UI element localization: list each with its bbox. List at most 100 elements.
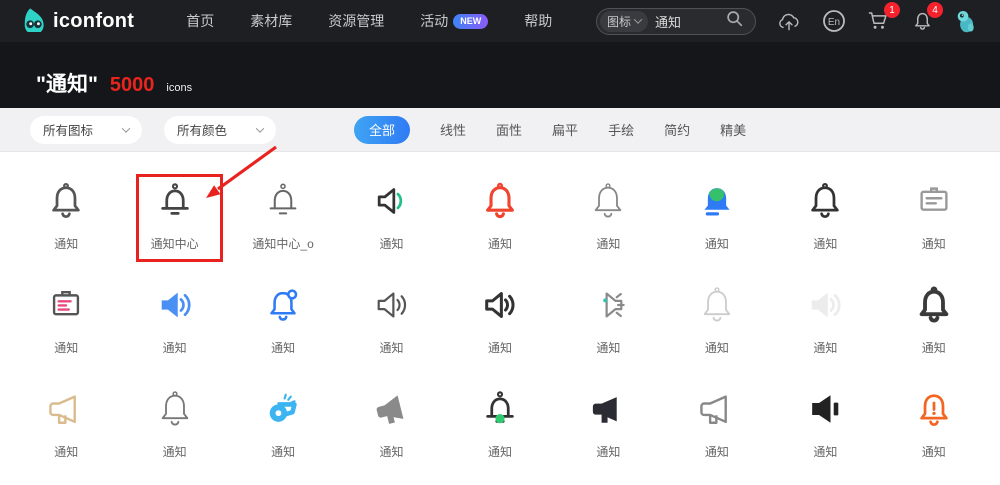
notification-badge: 4 — [927, 2, 943, 18]
grid-item-label: 通知 — [163, 443, 187, 460]
logo-text: iconfont — [53, 10, 134, 33]
grid-item[interactable]: 通知 — [880, 168, 988, 272]
grid-item[interactable]: 通知 — [663, 272, 771, 376]
grid-item[interactable]: 通知中心_o — [229, 168, 337, 272]
speaker-right-icon — [585, 282, 631, 328]
nav-search[interactable]: 图标 — [596, 8, 756, 35]
megaphone-icon — [43, 386, 89, 432]
grid-item-label: 通知 — [380, 443, 404, 460]
tab-filled[interactable]: 面性 — [496, 120, 522, 139]
grid-item[interactable]: 通知 — [663, 168, 771, 272]
grid-item[interactable]: 通知 — [771, 272, 879, 376]
result-unit: icons — [166, 82, 192, 94]
grid-item-label: 通知中心 — [151, 235, 199, 252]
grid-item[interactable]: 通知 — [229, 376, 337, 480]
cart-badge: 1 — [884, 2, 900, 18]
megaphone-solid-tilt-icon — [369, 386, 415, 432]
grid-item-annotated[interactable]: 通知中心 — [120, 168, 228, 272]
tab-all[interactable]: 全部 — [354, 116, 410, 144]
grid-item[interactable]: 通知 — [120, 376, 228, 480]
nav-item-help[interactable]: 帮助 — [524, 11, 552, 31]
grid-item[interactable]: 通知 — [12, 168, 120, 272]
nav-right: 图标 En 1 — [596, 8, 978, 35]
all-icons-dropdown-label: 所有图标 — [43, 120, 93, 139]
speaker-icon — [369, 282, 415, 328]
all-icons-dropdown[interactable]: 所有图标 — [30, 116, 142, 144]
nav-item-events-label: 活动 — [420, 11, 448, 31]
grid-item[interactable]: 通知 — [771, 376, 879, 480]
search-category-dropdown[interactable]: 图标 — [600, 11, 648, 32]
grid-item[interactable]: 通知 — [880, 376, 988, 480]
grid-item[interactable]: 通知 — [229, 272, 337, 376]
grid-item[interactable]: 通知 — [663, 376, 771, 480]
grid-item[interactable]: 通知 — [12, 376, 120, 480]
tab-simple[interactable]: 简约 — [664, 120, 690, 139]
grid-item[interactable]: 通知 — [337, 272, 445, 376]
chevron-down-icon — [122, 124, 130, 132]
language-toggle[interactable]: En — [822, 9, 846, 33]
icon-grid: 通知通知中心通知中心_o通知通知通知通知通知通知通知通知通知通知通知通知通知通知… — [0, 152, 1000, 480]
nav-item-library[interactable]: 素材库 — [250, 11, 292, 31]
grid-item-label: 通知 — [922, 443, 946, 460]
speaker-solid-bar-icon — [802, 386, 848, 432]
iconfont-logo-icon — [22, 5, 46, 37]
iconfont-logo[interactable]: iconfont — [22, 5, 134, 37]
grid-item[interactable]: 通知 — [446, 376, 554, 480]
tab-linear[interactable]: 线性 — [440, 120, 466, 139]
grid-item-label: 通知 — [813, 443, 837, 460]
grid-item-label: 通知 — [488, 235, 512, 252]
nav-item-home[interactable]: 首页 — [186, 11, 214, 31]
grid-item[interactable]: 通知 — [337, 376, 445, 480]
search-query-text: "通知" — [36, 68, 98, 98]
grid-item[interactable]: 通知 — [337, 168, 445, 272]
search-icon[interactable] — [726, 10, 743, 32]
style-tabs: 全部 线性 面性 扁平 手绘 简约 精美 — [354, 116, 746, 144]
grid-item-label: 通知 — [596, 339, 620, 356]
grid-item[interactable]: 通知 — [554, 168, 662, 272]
horn-wave-icon — [369, 178, 415, 224]
tab-exquisite[interactable]: 精美 — [720, 120, 746, 139]
grid-item[interactable]: 通知 — [446, 168, 554, 272]
search-input[interactable] — [655, 14, 719, 29]
grid-item-label: 通知 — [596, 443, 620, 460]
all-colors-dropdown[interactable]: 所有颜色 — [164, 116, 276, 144]
nav-item-events[interactable]: 活动 NEW — [420, 11, 488, 31]
grid-item[interactable]: 通知 — [554, 376, 662, 480]
nav-item-resources[interactable]: 资源管理 — [328, 11, 384, 31]
bell-icon — [802, 178, 848, 224]
grid-item-label: 通知 — [380, 235, 404, 252]
top-nav: iconfont 首页 素材库 资源管理 活动 NEW 帮助 图标 — [0, 0, 1000, 42]
search-category-label: 图标 — [607, 13, 631, 30]
cart-button[interactable]: 1 — [866, 9, 891, 33]
grid-item-label: 通知 — [163, 339, 187, 356]
user-avatar[interactable] — [954, 8, 978, 34]
grid-item[interactable]: 通知 — [12, 272, 120, 376]
grid-item-label: 通知 — [705, 339, 729, 356]
chevron-down-icon — [634, 15, 642, 23]
grid-item[interactable]: 通知 — [446, 272, 554, 376]
tab-handdrawn[interactable]: 手绘 — [608, 120, 634, 139]
new-badge: NEW — [453, 14, 488, 29]
whistle-icon — [260, 386, 306, 432]
grid-item[interactable]: 通知 — [880, 272, 988, 376]
grid-item-label: 通知 — [54, 235, 78, 252]
nav-links: 首页 素材库 资源管理 活动 NEW 帮助 — [186, 11, 552, 31]
grid-item[interactable]: 通知 — [554, 272, 662, 376]
grid-item-label: 通知 — [813, 235, 837, 252]
svg-text:En: En — [828, 17, 840, 28]
grid-item[interactable]: 通知 — [771, 168, 879, 272]
bell-thin-icon — [585, 178, 631, 224]
tab-flat[interactable]: 扁平 — [552, 120, 578, 139]
grid-item[interactable]: 通知 — [120, 272, 228, 376]
bell-bold-icon — [911, 282, 957, 328]
notification-bell-button[interactable]: 4 — [911, 9, 934, 33]
upload-button[interactable] — [776, 9, 802, 33]
bell-thin-icon — [152, 386, 198, 432]
bell-thin-icon — [694, 282, 740, 328]
bell-dot-icon — [260, 282, 306, 328]
bell-ring-icon — [477, 178, 523, 224]
bell-flat-thin-icon — [260, 178, 306, 224]
megaphone-solid-icon — [585, 386, 631, 432]
board-icon — [911, 178, 957, 224]
result-count: 5000 — [110, 74, 155, 97]
